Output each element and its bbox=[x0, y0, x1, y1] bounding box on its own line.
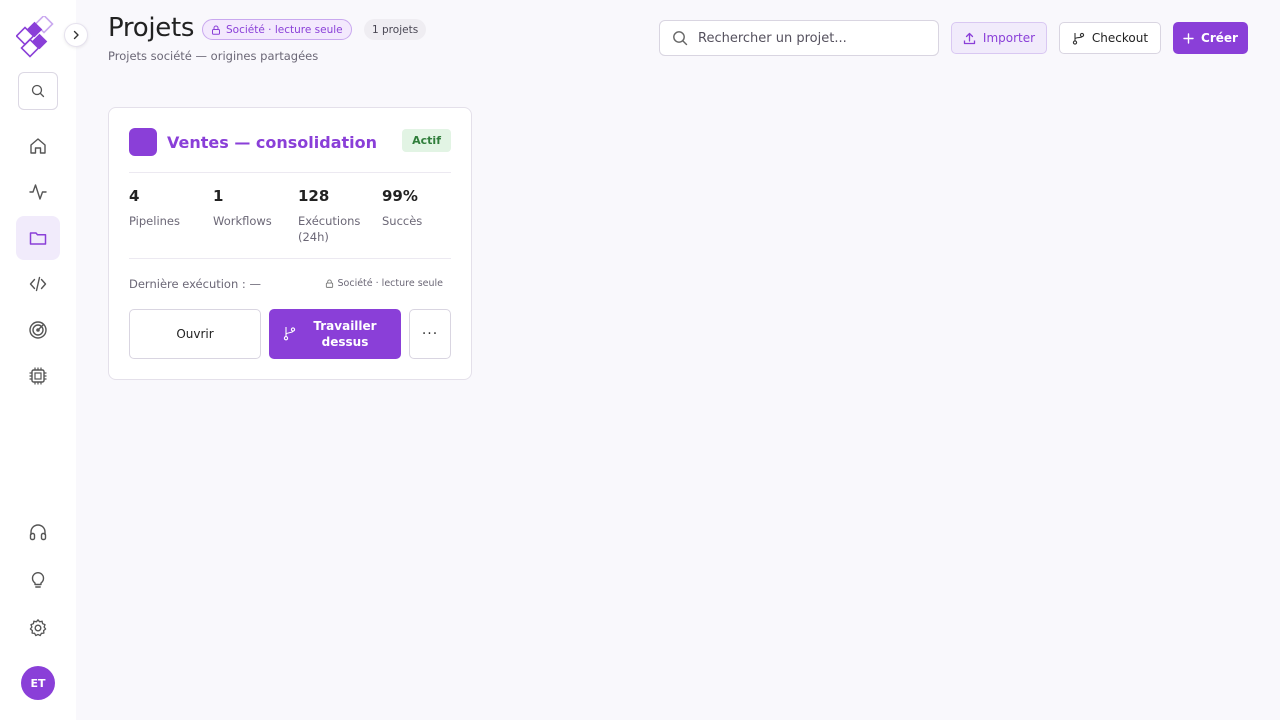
plus-icon bbox=[1183, 32, 1194, 44]
create-button[interactable]: Créer bbox=[1173, 22, 1248, 54]
gear-icon bbox=[29, 619, 47, 637]
work-on-it-button[interactable]: Travailler dessus bbox=[269, 309, 401, 359]
readonly-tag-label: Société · lecture seule bbox=[337, 278, 444, 289]
more-options-button[interactable]: ··· bbox=[409, 309, 451, 359]
import-button[interactable]: Importer bbox=[951, 22, 1047, 54]
scope-badge: Société · lecture seule bbox=[202, 19, 352, 40]
folder-icon bbox=[29, 232, 47, 245]
code-icon bbox=[29, 276, 47, 292]
card-divider bbox=[129, 172, 451, 173]
stat-value: 99% bbox=[382, 187, 418, 205]
sidebar-item-chip[interactable] bbox=[16, 354, 60, 398]
sidebar-search-button[interactable] bbox=[18, 72, 58, 110]
ellipsis-icon: ··· bbox=[421, 326, 439, 342]
project-card: Ventes — consolidation Actif 4 Pipelines… bbox=[108, 107, 472, 380]
sidebar-item-projects[interactable] bbox=[16, 216, 60, 260]
checkout-button[interactable]: Checkout bbox=[1059, 22, 1161, 54]
sidebar: ET bbox=[0, 0, 88, 720]
stat-success: 99% Succès bbox=[382, 187, 462, 229]
lock-icon bbox=[212, 25, 220, 35]
status-badge: Actif bbox=[402, 129, 451, 152]
stat-pipelines: 4 Pipelines bbox=[129, 187, 209, 229]
sidebar-item-activity[interactable] bbox=[16, 170, 60, 214]
git-branch-icon bbox=[283, 327, 296, 341]
page-title: Projets bbox=[108, 13, 195, 43]
stat-label: Workflows bbox=[213, 214, 272, 228]
card-divider bbox=[129, 258, 451, 259]
readonly-tag: Société · lecture seule bbox=[325, 278, 444, 289]
stat-executions: 128 Exécutions (24h) bbox=[298, 187, 372, 245]
project-search[interactable] bbox=[659, 20, 939, 56]
home-icon bbox=[30, 138, 46, 154]
project-count-badge: 1 projets bbox=[364, 19, 427, 40]
project-name[interactable]: Ventes — consolidation bbox=[167, 133, 377, 152]
chevron-right-icon bbox=[73, 30, 79, 40]
sidebar-item-ideas[interactable] bbox=[16, 558, 60, 602]
stat-workflows: 1 Workflows bbox=[213, 187, 293, 229]
sidebar-item-home[interactable] bbox=[16, 124, 60, 168]
work-on-it-label: Travailler dessus bbox=[313, 319, 377, 349]
sidebar-item-support[interactable] bbox=[16, 510, 60, 554]
lock-icon bbox=[325, 279, 333, 288]
search-icon bbox=[31, 84, 45, 98]
page-subtitle: Projets société — origines partagées bbox=[108, 49, 319, 63]
last-run-text: Dernière exécution : — bbox=[129, 277, 261, 291]
sidebar-expand-button[interactable] bbox=[64, 23, 88, 47]
stat-label: Succès bbox=[382, 214, 423, 228]
checkout-button-label: Checkout bbox=[1091, 31, 1149, 45]
stat-value: 1 bbox=[213, 187, 224, 205]
headphones-icon bbox=[29, 524, 47, 541]
stat-value: 128 bbox=[298, 187, 330, 205]
scope-badge-label: Société · lecture seule bbox=[226, 23, 343, 36]
import-button-label: Importer bbox=[982, 31, 1036, 45]
target-icon bbox=[29, 321, 47, 339]
activity-icon bbox=[29, 184, 47, 200]
chip-icon bbox=[29, 367, 47, 385]
open-button[interactable]: Ouvrir bbox=[129, 309, 261, 359]
user-avatar[interactable]: ET bbox=[21, 666, 55, 700]
search-input[interactable] bbox=[698, 30, 918, 46]
sidebar-item-code[interactable] bbox=[16, 262, 60, 306]
search-icon bbox=[673, 31, 688, 46]
sidebar-item-target[interactable] bbox=[16, 308, 60, 352]
app-logo[interactable] bbox=[15, 14, 60, 60]
stat-label: Exécutions (24h) bbox=[298, 214, 361, 244]
stat-label: Pipelines bbox=[129, 214, 180, 228]
sidebar-item-settings[interactable] bbox=[16, 606, 60, 650]
project-icon bbox=[129, 128, 157, 156]
git-branch-icon bbox=[1072, 32, 1085, 45]
stat-value: 4 bbox=[129, 187, 140, 205]
create-button-label: Créer bbox=[1201, 31, 1238, 45]
upload-icon bbox=[963, 32, 976, 44]
lightbulb-icon bbox=[31, 572, 45, 588]
